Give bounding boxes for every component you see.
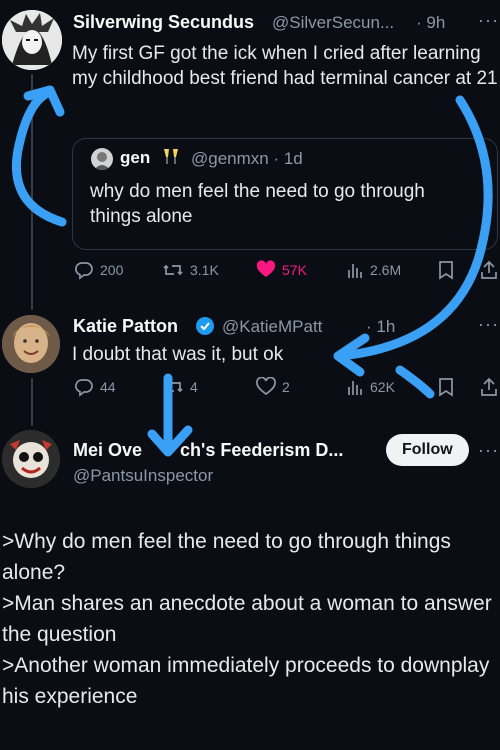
like-button[interactable]: 2 [256,377,290,397]
bookmark-button[interactable] [438,260,454,280]
caption-text: >Why do men feel the need to go through … [2,526,498,712]
reply-count: 44 [100,379,116,395]
follow-button[interactable]: Follow [386,434,469,466]
like-icon [256,260,276,280]
views-icon [346,260,364,280]
views-count: 62K [370,379,395,395]
views-button[interactable]: 2.6M [346,260,401,280]
views-icon [346,377,364,397]
quoted-tweet[interactable]: gen @genmxn · 1d why do men feel the nee… [72,138,498,250]
retweet-icon [162,260,184,280]
tweet2-text: I doubt that was it, but ok [72,344,284,365]
like-count: 57K [282,262,307,278]
avatar-gen [91,148,113,170]
bookmark-button[interactable] [438,377,454,397]
bookmark-icon [438,260,454,280]
quote-author-handle[interactable]: @genmxn · 1d [191,149,303,169]
retweet-icon [162,377,184,397]
tweet1-author-handle[interactable]: @SilverSecun... [272,13,394,33]
tweet1-timestamp[interactable]: · 9h [416,13,445,33]
tweet3-author-handle[interactable]: @PantsuInspector [73,466,213,486]
tweet1-author-name[interactable]: Silverwing Secundus [73,12,254,33]
reply-button[interactable]: 200 [74,260,123,280]
like-icon [256,377,276,397]
avatar-katie[interactable] [2,315,60,373]
tweet1-text: My first GF got the ick when I cried aft… [72,43,498,89]
bookmark-icon [438,377,454,397]
quote-author-name[interactable]: gen [120,148,150,168]
avatar-silverwing[interactable] [2,10,62,70]
reply-icon [74,260,94,280]
more-icon[interactable]: ··· [478,10,499,31]
verified-icon [195,316,215,341]
caption-line: >Why do men feel the need to go through … [2,530,451,584]
tweet2-author-name[interactable]: Katie Patton [73,316,178,337]
share-icon [480,377,498,397]
retweet-count: 3.1K [190,262,219,278]
reply-button[interactable]: 44 [74,377,116,397]
reply-count: 200 [100,262,124,278]
thread-line-2 [31,378,33,426]
tweet3-name-end: ch's Feederism D... [180,440,344,460]
retweet-button[interactable]: 4 [162,377,198,397]
more-icon[interactable]: ··· [478,440,499,461]
thread-line-1 [31,74,33,310]
tweet3-author-name[interactable]: Mei Ove ch's Feederism D... [73,440,343,461]
views-count: 2.6M [370,262,402,278]
share-button[interactable] [480,260,498,280]
champagne-emoji-icon [162,147,180,167]
tweet2-timestamp[interactable]: · 1h [366,317,395,337]
share-button[interactable] [480,377,498,397]
like-button[interactable]: 57K [256,260,307,280]
tweet2-author-handle[interactable]: @KatieMPatt [222,317,322,337]
more-icon[interactable]: ··· [478,314,499,335]
retweet-count: 4 [190,379,198,395]
avatar-mei[interactable] [2,430,60,488]
quote-text: why do men feel the need to go through t… [90,181,425,227]
tweet3-name-start: Mei Ove [73,440,143,460]
caption-line: >Another woman immediately proceeds to d… [2,654,490,708]
share-icon [480,260,498,280]
retweet-button[interactable]: 3.1K [162,260,219,280]
reply-icon [74,377,94,397]
views-button[interactable]: 62K [346,377,395,397]
like-count: 2 [282,379,290,395]
caption-line: >Man shares an anecdote about a woman to… [2,592,492,646]
